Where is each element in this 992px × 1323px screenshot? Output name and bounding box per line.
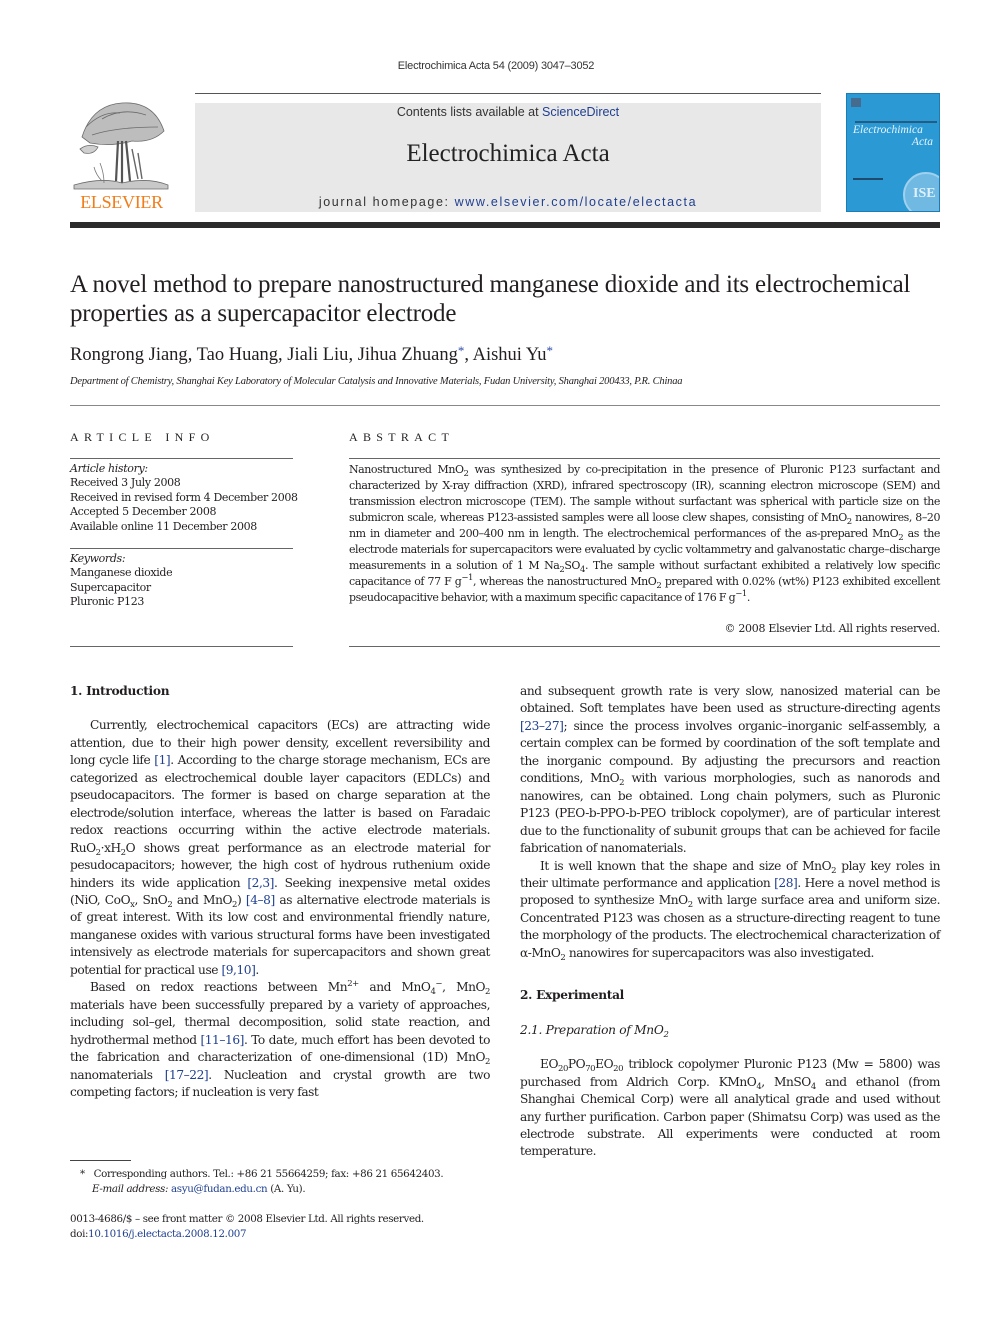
elsevier-logo[interactable]: ELSEVIER — [70, 97, 173, 213]
elsevier-tree-icon — [73, 102, 169, 190]
section-heading-introduction: 1. Introduction — [70, 684, 170, 698]
journal-homepage-link[interactable]: www.elsevier.com/locate/electacta — [455, 195, 697, 209]
author[interactable]: Rongrong Jiang — [70, 345, 188, 365]
issn-line: 0013-4686/$ – see front matter © 2008 El… — [70, 1213, 424, 1225]
cover-bar — [855, 121, 937, 123]
paragraph: Currently, electrochemical capacitors (E… — [70, 718, 490, 977]
abstract-text: Nanostructured MnO2 was synthesized by c… — [349, 463, 940, 604]
issn-doi-block: 0013-4686/$ – see front matter © 2008 El… — [70, 1212, 510, 1242]
keyword: Manganese dioxide — [70, 566, 173, 580]
title-rule — [70, 405, 940, 406]
article-title: A novel method to prepare nanostructured… — [70, 271, 911, 327]
email-link[interactable]: asyu@fudan.edu.cn — [171, 1183, 268, 1195]
history-item: Received 3 July 2008 — [70, 476, 181, 490]
contents-prefix: Contents lists available at — [396, 105, 543, 119]
header-rule — [195, 93, 821, 94]
footnotes: * Corresponding authors. Tel.: +86 21 55… — [70, 1167, 510, 1196]
paragraph: Based on redox reactions between Mn2+ an… — [70, 979, 491, 1099]
cover-title-line2: Acta — [911, 136, 933, 148]
journal-name: Electrochimica Acta — [406, 140, 610, 167]
divider — [70, 646, 293, 647]
history-item: Accepted 5 December 2008 — [70, 505, 217, 519]
citation-link[interactable]: [11–16] — [200, 1033, 244, 1047]
body-column-left: 1. Introduction Currently, electrochemic… — [70, 683, 490, 1101]
paragraph: and subsequent growth rate is very slow,… — [520, 684, 940, 856]
citation-link[interactable]: [4–8] — [246, 893, 275, 907]
keywords: Keywords: Manganese dioxide Supercapacit… — [70, 552, 300, 610]
history-label: Article history: — [70, 462, 148, 475]
header-thick-rule — [70, 222, 940, 228]
keyword: Pluronic P123 — [70, 595, 144, 609]
abstract-heading: ABSTRACT — [349, 430, 455, 444]
author[interactable]: Tao Huang — [197, 345, 278, 365]
sciencedirect-link[interactable]: ScienceDirect — [542, 105, 619, 119]
footnote-rule — [70, 1160, 131, 1161]
cover-publisher-icon — [851, 98, 861, 107]
doi-line: doi:10.1016/j.electacta.2008.12.007 — [70, 1228, 247, 1240]
doi-link[interactable]: 10.1016/j.electacta.2008.12.007 — [88, 1228, 246, 1240]
homepage-prefix: journal homepage: — [318, 195, 455, 209]
citation-link[interactable]: [2,3] — [247, 876, 274, 890]
divider — [70, 548, 293, 549]
divider — [70, 458, 293, 459]
cover-title-line1: Electrochimica — [853, 124, 923, 136]
author[interactable]: Jihua Zhuang — [358, 345, 458, 365]
keywords-label: Keywords: — [70, 552, 126, 565]
citation-link[interactable]: [17–22] — [165, 1068, 209, 1082]
author-list: Rongrong Jiang, Tao Huang, Jiali Liu, Ji… — [70, 343, 553, 365]
cover-imprint — [853, 178, 883, 180]
author[interactable]: Aishui Yu — [473, 345, 547, 365]
article-info-heading: ARTICLE INFO — [70, 430, 215, 444]
citation-link[interactable]: [23–27] — [520, 719, 564, 733]
article-history: Article history: Received 3 July 2008 Re… — [70, 462, 300, 534]
ise-seal-icon: ISE — [903, 172, 939, 211]
elsevier-wordmark: ELSEVIER — [80, 192, 163, 212]
journal-cover-thumbnail[interactable]: Electrochimica Acta ISE — [846, 93, 940, 212]
journal-citation: Electrochimica Acta 54 (2009) 3047–3052 — [397, 60, 595, 72]
citation-link[interactable]: [28] — [774, 876, 798, 890]
corresponding-author-mark[interactable]: * — [546, 343, 553, 358]
body-column-right: and subsequent growth rate is very slow,… — [520, 683, 940, 1161]
divider — [349, 646, 940, 647]
corresponding-footnote: * Corresponding authors. Tel.: +86 21 55… — [80, 1168, 444, 1180]
journal-banner: Contents lists available at ScienceDirec… — [195, 103, 821, 212]
seal-text: ISE — [913, 186, 936, 201]
corresponding-author-mark[interactable]: * — [458, 343, 465, 358]
paragraph: EO20PO70EO20 triblock copolymer Pluronic… — [520, 1057, 940, 1159]
history-item: Available online 11 December 2008 — [70, 519, 257, 533]
contents-line: Contents lists available at ScienceDirec… — [195, 105, 821, 119]
author[interactable]: Jiali Liu — [287, 345, 348, 365]
keyword: Supercapacitor — [70, 580, 151, 594]
paragraph: It is well known that the shape and size… — [520, 858, 940, 963]
affiliation: Department of Chemistry, Shanghai Key La… — [70, 376, 683, 387]
homepage-line: journal homepage: www.elsevier.com/locat… — [195, 195, 821, 209]
email-footnote: E-mail address: asyu@fudan.edu.cn (A. Yu… — [92, 1182, 306, 1195]
citation-link[interactable]: [1] — [154, 753, 170, 767]
citation-link[interactable]: [9,10] — [221, 963, 255, 977]
divider — [349, 458, 940, 459]
section-heading-experimental: 2. Experimental — [520, 988, 625, 1003]
abstract-copyright: © 2008 Elsevier Ltd. All rights reserved… — [724, 622, 940, 635]
subsection-heading-preparation: 2.1. Preparation of MnO2 — [520, 1022, 669, 1040]
history-item: Received in revised form 4 December 2008 — [70, 490, 298, 504]
